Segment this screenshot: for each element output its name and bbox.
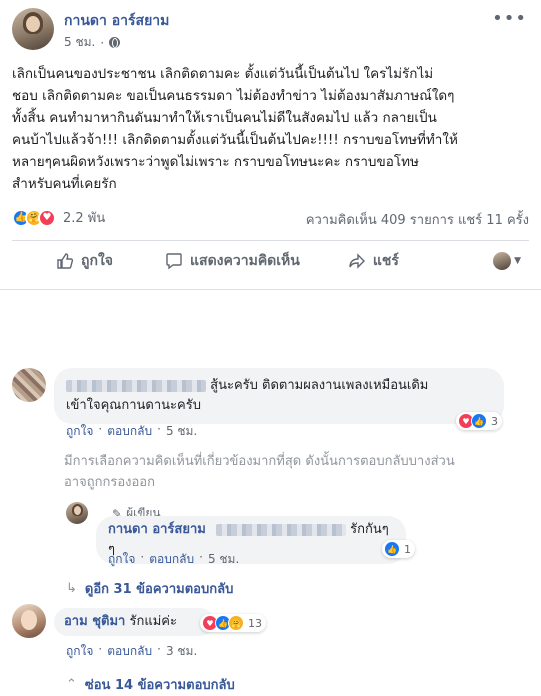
like-reaction-icon: 👍	[471, 413, 487, 429]
comment-actions: ถูกใจ · ตอบกลับ · 3 ชม.	[66, 642, 197, 661]
view-more-replies-label: ดูอีก 31 ข้อความตอบกลับ	[84, 582, 234, 597]
like-button[interactable]: ถูกใจ	[56, 250, 113, 272]
tagged-name-redacted	[215, 523, 346, 536]
hide-replies-link[interactable]: ⌃ ซ่อน 14 ข้อความตอบกลับ	[66, 674, 235, 695]
view-more-replies-link[interactable]: ↳ ดูอีก 31 ข้อความตอบกลับ	[66, 578, 233, 599]
globe-icon	[109, 37, 121, 48]
reply-arrow-icon: ↳	[66, 581, 77, 596]
post-meta: 5 ชม. ·	[64, 33, 121, 52]
post-body-line: เลิกเป็นคนของประชาชน เลิกติดตามคะ ตั้งแต…	[12, 66, 434, 82]
comment-reactions[interactable]: ♥ 👍 🤗 13	[200, 614, 266, 632]
comment-like-link[interactable]: ถูกใจ	[66, 422, 93, 441]
love-reaction-icon: ♥	[38, 208, 56, 227]
comment-time[interactable]: 5 ชม.	[166, 422, 197, 441]
post-body-line: สำหรับคนที่เคยรัก	[12, 176, 117, 192]
commenter-avatar[interactable]	[12, 604, 46, 638]
share-icon	[349, 252, 365, 269]
reply-like-link[interactable]: ถูกใจ	[108, 550, 135, 569]
reaction-count[interactable]: 2.2 พัน	[63, 207, 105, 228]
post-time[interactable]: 5 ชม.	[64, 33, 95, 52]
more-options-icon[interactable]: •••	[492, 8, 527, 29]
reply-author-name[interactable]: กานดา อาร์สยาม	[108, 522, 206, 537]
like-reaction-icon: 👍	[384, 541, 400, 557]
thumbs-up-icon	[57, 252, 74, 269]
post-card: กานดา อาร์สยาม 5 ชม. · ••• เลิกเป็นคนของ…	[0, 0, 541, 290]
post-body-line: หลายๆคนผิดหวังเพราะว่าพูดไม่เพราะ กราบขอ…	[12, 154, 419, 170]
spacer	[0, 290, 541, 334]
reply-time[interactable]: 5 ชม.	[208, 550, 239, 569]
post-body-line: ทั้งสิ้น คนทำมาหากินดันมาทำให้เราเป็นคนไ…	[12, 110, 437, 126]
comment-reaction-count: 3	[491, 414, 498, 428]
comment-reply-link[interactable]: ตอบกลับ	[107, 422, 152, 441]
notice-line: มีการเลือกความคิดเห็นที่เกี่ยวข้องมากที่…	[64, 454, 455, 469]
comment-text: เข้าใจคุณกานดานะครับ	[66, 398, 201, 413]
reply-reactions[interactable]: 👍 1	[382, 540, 415, 558]
collapse-arrow-icon: ⌃	[66, 677, 77, 692]
comment-bubble: อาม ชุติมา รักแม่ค่ะ	[54, 608, 214, 636]
commenter-avatar[interactable]	[12, 368, 46, 402]
reaction-summary[interactable]: 👍 🤗 ♥ 2.2 พัน	[12, 207, 105, 228]
reply-reply-link[interactable]: ตอบกลับ	[149, 550, 194, 569]
like-button-label: ถูกใจ	[81, 252, 113, 269]
comment-text: สู้นะครับ ติดตามผลงานเพลงเหมือนเดิม	[210, 378, 429, 393]
notice-line: อาจถูกกรองออก	[64, 475, 155, 490]
comment-reply-link[interactable]: ตอบกลับ	[107, 642, 152, 661]
comment-text: รักแม่ค่ะ	[129, 614, 177, 629]
comment-button-label: แสดงความคิดเห็น	[190, 252, 300, 269]
comment-bubble: สู้นะครับ ติดตามผลงานเพลงเหมือนเดิม เข้า…	[54, 368, 504, 424]
author-avatar[interactable]	[12, 8, 54, 50]
post-actions-bar: ถูกใจ แสดงความคิดเห็น แชร์ ▼	[12, 240, 529, 280]
comments-section: สู้นะครับ ติดตามผลงานเพลงเหมือนเดิม เข้า…	[0, 334, 541, 696]
care-reaction-icon: 🤗	[228, 615, 244, 631]
post-body-line: คนบ้าไปแล้วจ้า!!! เลิกติดตามตั้งแต่วันนี…	[12, 132, 458, 148]
comment-like-link[interactable]: ถูกใจ	[66, 642, 93, 661]
reply-author-avatar[interactable]	[66, 502, 88, 524]
comment-reactions[interactable]: ♥ 👍 3	[456, 412, 502, 430]
post-stats[interactable]: ความคิดเห็น 409 รายการ แชร์ 11 ครั้ง	[306, 209, 529, 230]
viewer-selector[interactable]: ▼	[493, 251, 521, 270]
comment-actions: ถูกใจ · ตอบกลับ · 5 ชม.	[66, 422, 197, 441]
share-button-label: แชร์	[372, 252, 399, 269]
viewer-avatar	[493, 251, 512, 270]
filtered-replies-notice: มีการเลือกความคิดเห็นที่เกี่ยวข้องมากที่…	[64, 451, 526, 493]
share-button[interactable]: แชร์	[348, 250, 399, 272]
commenter-name-redacted	[66, 379, 206, 392]
reply-actions: ถูกใจ · ตอบกลับ · 5 ชม.	[108, 550, 239, 569]
comment-time[interactable]: 3 ชม.	[166, 642, 197, 661]
hide-replies-label: ซ่อน 14 ข้อความตอบกลับ	[84, 678, 235, 693]
post-body-line: ชอบ เลิกติดตามคะ ขอเป็นคนธรรมดา ไม่ต้องท…	[12, 88, 455, 104]
post-body: เลิกเป็นคนของประชาชน เลิกติดตามคะ ตั้งแต…	[12, 63, 532, 195]
caret-down-icon: ▼	[514, 255, 521, 266]
reply-reaction-count: 1	[404, 542, 411, 556]
comment-button[interactable]: แสดงความคิดเห็น	[165, 250, 300, 272]
comment-reaction-count: 13	[248, 616, 262, 630]
commenter-name[interactable]: อาม ชุติมา	[64, 614, 125, 629]
comment-icon	[166, 252, 182, 269]
post-author-name[interactable]: กานดา อาร์สยาม	[64, 10, 169, 32]
